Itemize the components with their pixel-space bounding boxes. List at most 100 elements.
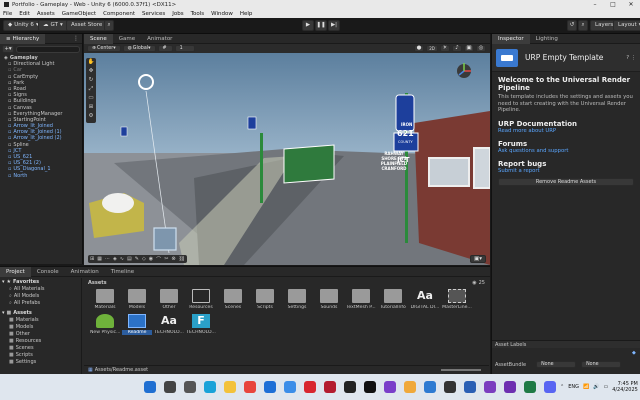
media-icon[interactable]	[384, 381, 396, 393]
create-button[interactable]: +▾	[2, 45, 14, 53]
asset-item[interactable]: Aa DIGITAL DI...	[410, 289, 440, 310]
bugs-link[interactable]: Submit a report	[498, 168, 634, 174]
tree-item[interactable]: ⌕ All Models	[0, 292, 81, 299]
asset-item[interactable]: Resources	[186, 289, 216, 310]
menu-item-window[interactable]: Window	[211, 11, 233, 17]
scale-tool-icon[interactable]: ⤢	[86, 86, 96, 95]
transform-tool-icon[interactable]: ⊞	[86, 104, 96, 113]
menu-item-assets[interactable]: Assets	[37, 11, 55, 17]
discord-icon[interactable]	[544, 381, 556, 393]
asset-item[interactable]: Materials	[90, 289, 120, 310]
2d-toggle[interactable]: 2D	[426, 45, 438, 52]
start-icon[interactable]	[144, 381, 156, 393]
opera-gx-icon[interactable]	[324, 381, 336, 393]
explorer-icon[interactable]	[224, 381, 236, 393]
panel-menu-icon[interactable]: ⋮	[73, 35, 79, 42]
point-icon[interactable]: ◉	[149, 256, 153, 262]
draw-icon[interactable]: ✎	[135, 256, 139, 262]
excel-icon[interactable]	[524, 381, 536, 393]
bezier-icon[interactable]: ⌒	[156, 256, 161, 263]
tree-item[interactable]: ⌕ All Materials	[0, 285, 81, 292]
wifi-icon[interactable]: 📶	[583, 384, 589, 390]
cut-icon[interactable]: ✂	[164, 256, 168, 262]
shape-icon[interactable]: ◇	[142, 256, 146, 262]
word-icon[interactable]	[464, 381, 476, 393]
tree-item[interactable]: ■ Materials	[0, 316, 81, 323]
favorites-header[interactable]: ▾ ★ Favorites	[0, 278, 81, 285]
user-button[interactable]: ☁ GT ▾	[38, 20, 68, 31]
search-icon[interactable]	[164, 381, 176, 393]
chevron-up-icon[interactable]: ⌃	[560, 384, 564, 390]
volume-icon[interactable]: 🔊	[593, 384, 599, 390]
asset-item[interactable]: Settings	[282, 289, 312, 310]
tree-item[interactable]: ■ Other	[0, 330, 81, 337]
space-dropdown[interactable]: ◍ Global ▾	[122, 45, 156, 52]
lang-indicator[interactable]: ENG	[568, 384, 579, 390]
minimize-icon[interactable]: –	[586, 0, 604, 9]
pivot-dropdown[interactable]: ⊕ Center ▾	[87, 45, 121, 52]
camera-overlay-button[interactable]: ▣▾	[470, 255, 486, 263]
asset-item[interactable]: Other	[154, 289, 184, 310]
asset-item[interactable]: Models	[122, 289, 152, 310]
unity-icon[interactable]	[364, 381, 376, 393]
tile-icon[interactable]: ▤	[127, 256, 132, 262]
tab-lighting[interactable]: Lighting	[530, 34, 564, 44]
tag-icon[interactable]: ◆	[632, 350, 636, 356]
tab-animation[interactable]: Animation	[65, 267, 105, 277]
menu-item-component[interactable]: Component	[103, 11, 135, 17]
history-button[interactable]: ↺	[567, 20, 577, 31]
terminal-icon[interactable]	[444, 381, 456, 393]
docs-link[interactable]: Read more about URP	[498, 128, 634, 134]
eye-icon[interactable]: ◉	[472, 280, 476, 286]
tab-console[interactable]: Console	[31, 267, 65, 277]
asset-item[interactable]: Scenes	[218, 289, 248, 310]
tree-item[interactable]: ⌕ All Prefabs	[0, 299, 81, 306]
tab-animator[interactable]: Animator	[141, 34, 178, 44]
close-icon[interactable]: ✕	[622, 0, 640, 9]
tab-inspector[interactable]: Inspector	[492, 33, 530, 44]
unity-hub-icon[interactable]	[344, 381, 356, 393]
global-search-button[interactable]: ⌕	[578, 20, 588, 31]
tab-hierarchy[interactable]: ≡ Hierarchy	[0, 33, 46, 44]
render-mode-button[interactable]: ●	[414, 45, 424, 52]
store-icon[interactable]	[284, 381, 296, 393]
move-tool-icon[interactable]: ✥	[86, 68, 96, 77]
tab-timeline[interactable]: Timeline	[105, 267, 140, 277]
asset-item[interactable]: F TECHNOLO...	[186, 314, 216, 335]
audio-toggle[interactable]: ♪	[452, 45, 462, 52]
opera-icon[interactable]	[304, 381, 316, 393]
files-icon[interactable]	[404, 381, 416, 393]
tab-scene[interactable]: Scene	[84, 33, 113, 44]
asset-item[interactable]: Sounds	[314, 289, 344, 310]
knot-icon[interactable]: ⊗	[171, 256, 175, 262]
zoom-slider[interactable]	[441, 369, 481, 371]
battery-icon[interactable]: ▭	[603, 384, 608, 390]
lighting-toggle[interactable]: ☀	[440, 45, 450, 52]
probe-icon[interactable]: ◈	[113, 256, 117, 262]
maximize-icon[interactable]: □	[604, 0, 622, 9]
task-view-icon[interactable]	[184, 381, 196, 393]
menu-item-tools[interactable]: Tools	[191, 11, 205, 17]
menu-item-help[interactable]: Help	[240, 11, 253, 17]
tree-item[interactable]: ■ Scripts	[0, 351, 81, 358]
hierarchy-item[interactable]: ▫ North	[0, 173, 82, 179]
tab-game[interactable]: Game	[113, 34, 141, 44]
edge-icon[interactable]	[204, 381, 216, 393]
help-icon[interactable]: ?	[626, 55, 629, 61]
hand-tool-icon[interactable]: ✋	[86, 59, 96, 68]
play-button[interactable]: ▶	[302, 20, 314, 31]
asset-item[interactable]: New Physic...	[90, 314, 120, 335]
assets-header[interactable]: ▾ ■ Assets	[0, 309, 81, 316]
settings-icon[interactable]: ⋮	[631, 55, 636, 61]
pause-button[interactable]: ❚❚	[315, 20, 327, 31]
surface-snap-icon[interactable]: ▦	[97, 256, 102, 262]
scene-viewport[interactable]	[84, 53, 490, 265]
search-toolbar-button[interactable]: ⌕	[104, 20, 114, 31]
menu-item-edit[interactable]: Edit	[19, 11, 30, 17]
rect-tool-icon[interactable]: ▭	[86, 95, 96, 104]
link-icon[interactable]: ⛓	[179, 256, 185, 262]
code-icon[interactable]	[424, 381, 436, 393]
hierarchy-search-input[interactable]	[16, 45, 80, 53]
tree-item[interactable]: ■ Settings	[0, 358, 81, 365]
project-breadcrumb[interactable]: Assets	[88, 280, 107, 286]
